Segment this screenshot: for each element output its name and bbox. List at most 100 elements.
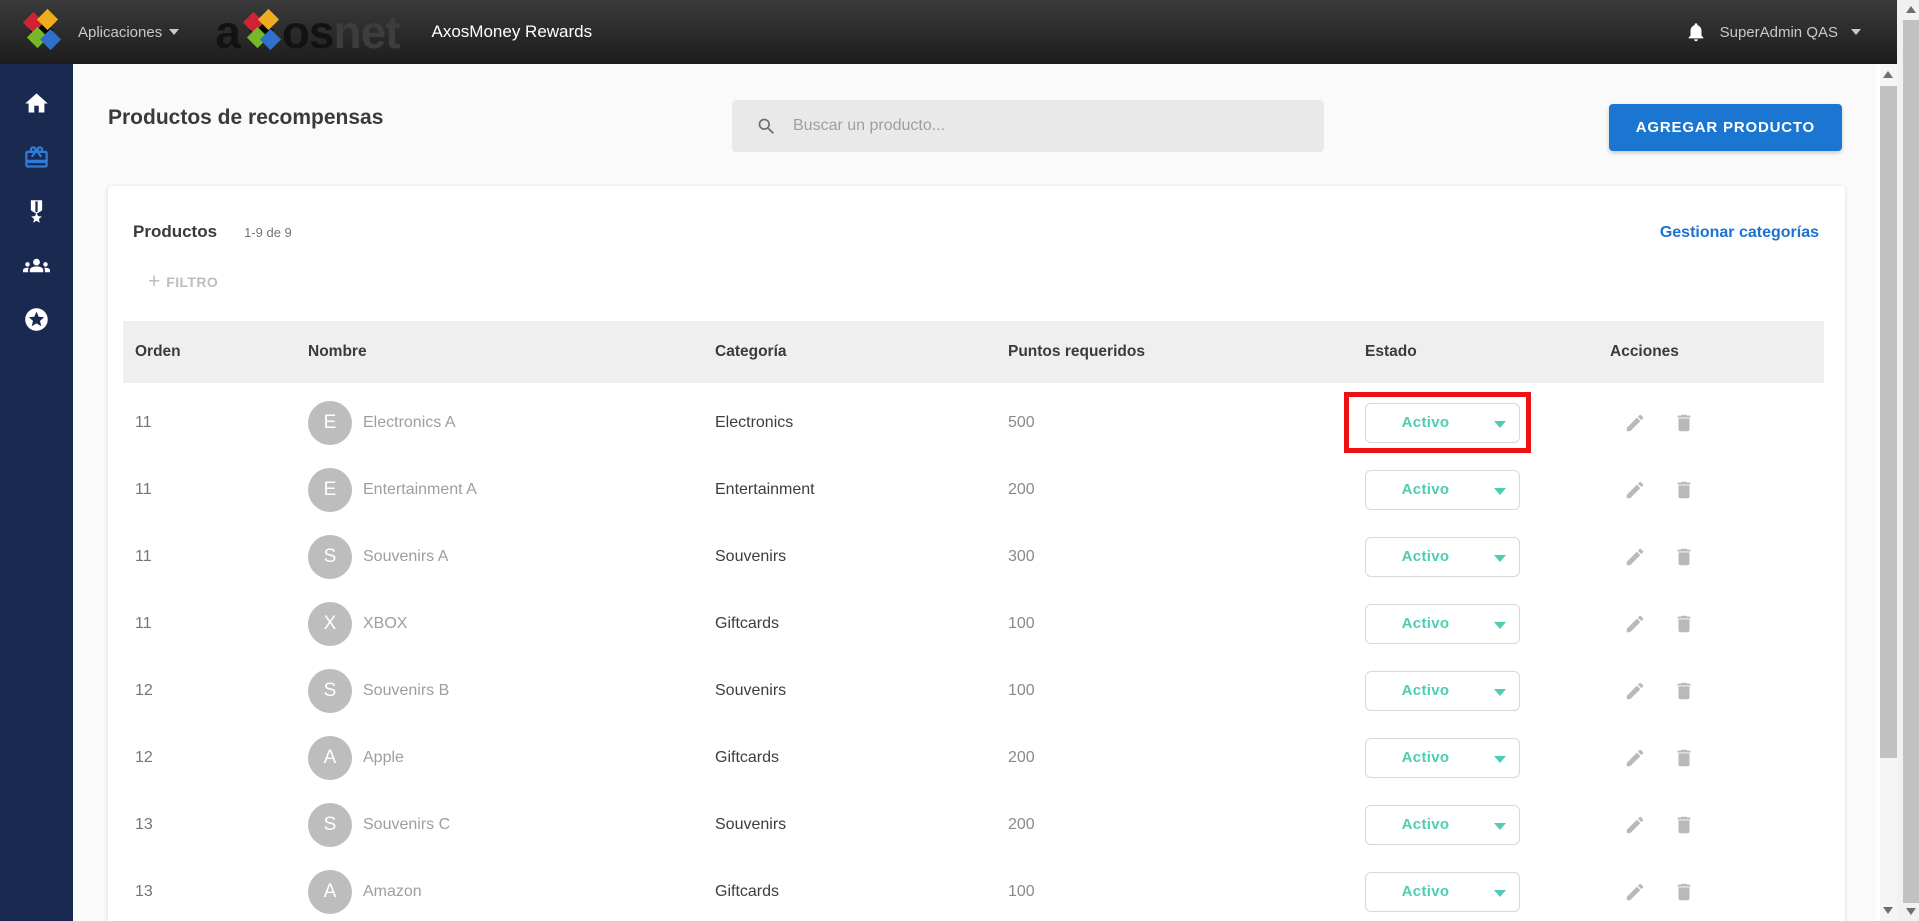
table-row: 11 E Entertainment A Entertainment 200 A… xyxy=(123,456,1824,523)
table-row: 12 A Apple Giftcards 200 Activo xyxy=(123,724,1824,791)
estado-select[interactable]: Activo xyxy=(1365,537,1520,577)
orden-value: 12 xyxy=(135,682,308,700)
edit-pencil-icon[interactable] xyxy=(1624,479,1646,501)
estado-dropdown-wrap: Activo xyxy=(1365,738,1520,778)
scroll-up-icon[interactable] xyxy=(1883,70,1893,78)
pagination-label: 1-9 de 9 xyxy=(244,225,292,240)
avatar: A xyxy=(308,870,352,914)
column-header-puntos: Puntos requeridos xyxy=(1008,343,1365,361)
chevron-down-icon xyxy=(1494,823,1506,830)
estado-label: Activo xyxy=(1366,414,1485,431)
estado-select[interactable]: Activo xyxy=(1365,470,1520,510)
edit-pencil-icon[interactable] xyxy=(1624,881,1646,903)
scrollbar-thumb[interactable] xyxy=(1880,86,1897,758)
avatar: S xyxy=(308,803,352,847)
estado-select[interactable]: Activo xyxy=(1365,403,1520,443)
chevron-down-icon xyxy=(1494,890,1506,897)
edit-pencil-icon[interactable] xyxy=(1624,546,1646,568)
points-value: 500 xyxy=(1008,414,1365,432)
product-name: Souvenirs C xyxy=(363,816,450,834)
estado-label: Activo xyxy=(1366,883,1485,900)
estado-label: Activo xyxy=(1366,481,1485,498)
points-value: 300 xyxy=(1008,548,1365,566)
chevron-down-icon xyxy=(1494,756,1506,763)
scroll-up-icon[interactable] xyxy=(1906,5,1916,13)
edit-pencil-icon[interactable] xyxy=(1624,747,1646,769)
sidebar-item-rewards[interactable] xyxy=(22,142,52,172)
sidebar-item-users[interactable] xyxy=(22,250,52,280)
table-row: 11 S Souvenirs A Souvenirs 300 Activo xyxy=(123,523,1824,590)
edit-pencil-icon[interactable] xyxy=(1624,412,1646,434)
estado-dropdown-wrap: Activo xyxy=(1365,604,1520,644)
sidebar-item-achievements[interactable] xyxy=(22,196,52,226)
edit-pencil-icon[interactable] xyxy=(1624,680,1646,702)
manage-categories-link[interactable]: Gestionar categorías xyxy=(1660,224,1819,242)
edit-pencil-icon[interactable] xyxy=(1624,613,1646,635)
estado-dropdown-wrap: Activo xyxy=(1365,872,1520,912)
scroll-down-icon[interactable] xyxy=(1883,907,1893,915)
filter-button[interactable]: + FILTRO xyxy=(148,274,218,290)
estado-label: Activo xyxy=(1366,816,1485,833)
chevron-down-icon xyxy=(1494,555,1506,562)
delete-trash-icon[interactable] xyxy=(1673,814,1695,836)
delete-trash-icon[interactable] xyxy=(1673,747,1695,769)
sidebar-item-home[interactable] xyxy=(22,88,52,118)
logo-x-icon xyxy=(241,9,281,55)
sidebar-item-favorites[interactable] xyxy=(22,304,52,334)
category-value: Giftcards xyxy=(715,749,1008,767)
category-value: Giftcards xyxy=(715,883,1008,901)
user-menu-chevron-icon[interactable] xyxy=(1851,29,1861,35)
points-value: 200 xyxy=(1008,816,1365,834)
window-scrollbar[interactable] xyxy=(1897,0,1919,921)
user-menu-label: SuperAdmin QAS xyxy=(1720,24,1838,41)
orden-value: 11 xyxy=(135,481,308,499)
product-name: Electronics A xyxy=(363,414,455,432)
category-value: Souvenirs xyxy=(715,816,1008,834)
delete-trash-icon[interactable] xyxy=(1673,680,1695,702)
estado-select[interactable]: Activo xyxy=(1365,805,1520,845)
estado-select[interactable]: Activo xyxy=(1365,671,1520,711)
delete-trash-icon[interactable] xyxy=(1673,412,1695,434)
aplicaciones-menu[interactable]: Aplicaciones xyxy=(78,24,179,41)
scrollbar-thumb[interactable] xyxy=(1903,20,1919,903)
product-name: Souvenirs B xyxy=(363,682,449,700)
category-value: Entertainment xyxy=(715,481,1008,499)
column-header-categoria: Categoría xyxy=(715,343,1008,361)
table-header-row: Orden Nombre Categoría Puntos requeridos… xyxy=(123,321,1824,383)
product-search[interactable] xyxy=(732,100,1324,152)
axosnet-wordmark: a os net xyxy=(215,9,399,55)
estado-dropdown-wrap: Activo xyxy=(1365,537,1520,577)
product-name: XBOX xyxy=(363,615,407,633)
delete-trash-icon[interactable] xyxy=(1673,546,1695,568)
content-scrollbar[interactable] xyxy=(1880,64,1897,921)
column-header-estado: Estado xyxy=(1365,343,1610,361)
points-value: 100 xyxy=(1008,615,1365,633)
notifications-bell-icon[interactable] xyxy=(1685,21,1707,43)
orden-value: 13 xyxy=(135,816,308,834)
scroll-down-icon[interactable] xyxy=(1906,908,1916,916)
estado-label: Activo xyxy=(1366,682,1485,699)
avatar: E xyxy=(308,468,352,512)
estado-select[interactable]: Activo xyxy=(1365,738,1520,778)
estado-dropdown-wrap: Activo xyxy=(1365,671,1520,711)
avatar: E xyxy=(308,401,352,445)
estado-select[interactable]: Activo xyxy=(1365,604,1520,644)
category-value: Souvenirs xyxy=(715,682,1008,700)
product-name: Apple xyxy=(363,749,404,767)
edit-pencil-icon[interactable] xyxy=(1624,814,1646,836)
delete-trash-icon[interactable] xyxy=(1673,881,1695,903)
home-icon xyxy=(23,90,50,117)
estado-dropdown-wrap: Activo xyxy=(1365,805,1520,845)
card-title: Productos xyxy=(133,222,217,242)
chevron-down-icon xyxy=(1494,421,1506,428)
delete-trash-icon[interactable] xyxy=(1673,613,1695,635)
add-product-button[interactable]: AGREGAR PRODUCTO xyxy=(1609,104,1842,151)
groups-icon xyxy=(23,252,50,279)
search-input[interactable] xyxy=(793,117,1273,135)
page-title: Productos de recompensas xyxy=(108,106,383,130)
orden-value: 11 xyxy=(135,548,308,566)
estado-select[interactable]: Activo xyxy=(1365,872,1520,912)
sidebar-nav xyxy=(0,64,73,921)
column-header-nombre: Nombre xyxy=(308,343,715,361)
delete-trash-icon[interactable] xyxy=(1673,479,1695,501)
